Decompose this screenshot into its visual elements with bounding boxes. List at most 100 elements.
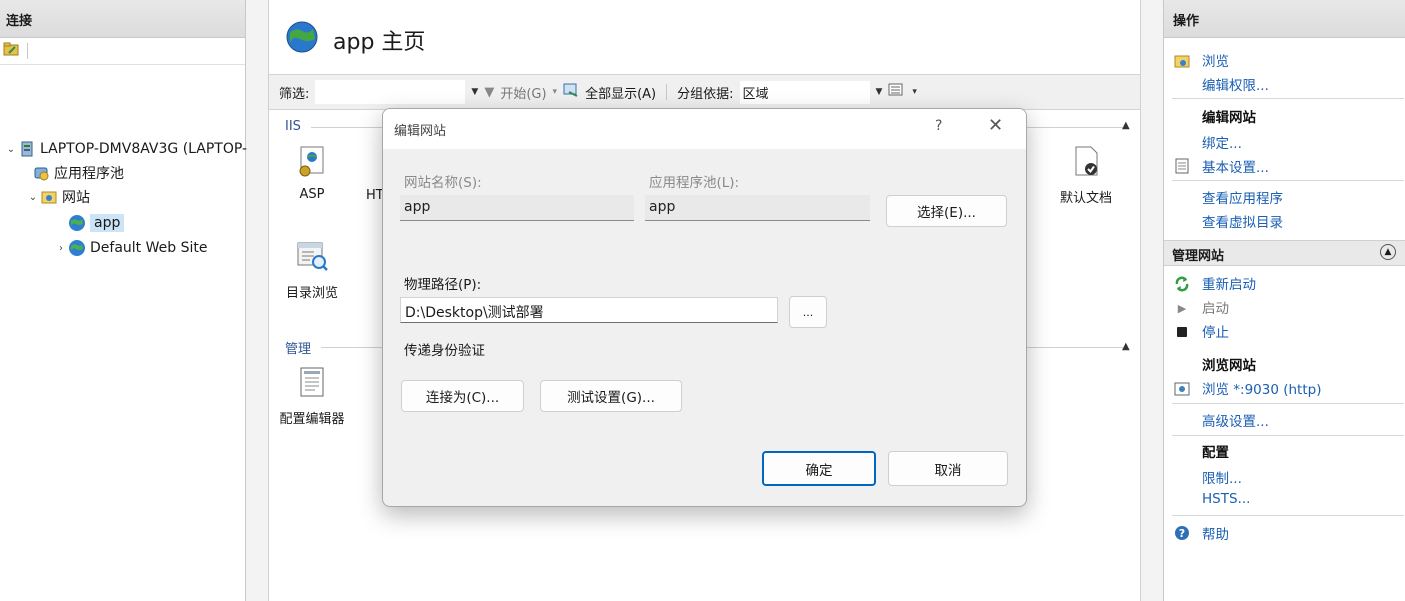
site-name-label: 网站名称(S):: [404, 175, 482, 191]
group-by-select[interactable]: 区域: [739, 80, 870, 104]
physical-path-input[interactable]: D:\Desktop\测试部署: [400, 297, 778, 323]
divider: [1172, 515, 1404, 516]
cancel-button[interactable]: 取消: [888, 451, 1008, 486]
tree-item-server[interactable]: ⌄ LAPTOP-DMV8AV3G (LAPTOP-: [4, 137, 247, 161]
app-pool-field: app: [645, 195, 870, 221]
tree-item-default-site[interactable]: › Default Web Site: [54, 236, 207, 260]
divider: [1172, 435, 1404, 436]
feature-label: ASP: [299, 187, 325, 202]
action-browse[interactable]: 浏览: [1202, 50, 1229, 70]
group-title-management: 管理: [285, 342, 312, 357]
select-button[interactable]: 选择(E)...: [886, 195, 1007, 227]
feature-directory-browsing[interactable]: 目录浏览: [272, 240, 352, 301]
tree-label: 应用程序池: [54, 166, 124, 182]
action-hsts[interactable]: HSTS...: [1202, 491, 1250, 507]
feature-asp[interactable]: ASP: [272, 145, 352, 202]
collapse-circle-icon[interactable]: ▲: [1380, 244, 1396, 260]
close-icon[interactable]: ✕: [988, 115, 1003, 136]
connect-as-button[interactable]: 连接为(C)...: [401, 380, 524, 412]
dropdown-arrow-icon[interactable]: ▾: [912, 87, 917, 97]
restart-icon: [1174, 276, 1190, 292]
go-button[interactable]: 开始(G): [500, 83, 546, 102]
chevron-down-icon[interactable]: ⌄: [4, 144, 18, 155]
page-title: app 主页: [285, 20, 425, 60]
filter-label: 筛选:: [279, 86, 310, 102]
site-name-field[interactable]: app: [400, 195, 634, 221]
tree-label: LAPTOP-DMV8AV3G (LAPTOP-: [40, 141, 248, 157]
action-help[interactable]: 帮助: [1202, 523, 1229, 543]
chevron-down-icon[interactable]: ⌄: [26, 192, 40, 203]
action-edit-permissions[interactable]: 编辑权限...: [1202, 74, 1269, 94]
show-all-icon: [563, 83, 579, 101]
asp-icon: [295, 145, 329, 179]
tree-item-app-pools[interactable]: 应用程序池: [32, 161, 124, 185]
sites-folder-icon: [40, 188, 58, 206]
section-browse-site: 浏览网站: [1202, 358, 1256, 374]
feature-label: 目录浏览: [285, 286, 338, 301]
filter-input[interactable]: [315, 80, 466, 104]
filter-bar: 筛选: ▼ ▼ 开始(G) ▾ 全部显示(A) 分组依据: 区域 ▼ ▾: [269, 74, 1140, 110]
directory-browsing-icon: [295, 240, 329, 274]
passthrough-auth-label: 传递身份验证: [404, 343, 485, 359]
stop-icon: [1174, 324, 1190, 340]
page-title-text: app 主页: [333, 30, 426, 55]
dialog-titlebar: 编辑网站 ? ✕: [383, 109, 1026, 149]
chevron-right-icon[interactable]: ›: [54, 243, 68, 254]
play-icon: ▶: [1177, 301, 1187, 315]
action-advanced-settings[interactable]: 高级设置...: [1202, 410, 1269, 430]
action-browse-port[interactable]: 浏览 *:9030 (http): [1202, 378, 1321, 398]
browse-site-icon: [1174, 381, 1190, 397]
action-stop[interactable]: 停止: [1202, 321, 1229, 341]
test-settings-button[interactable]: 测试设置(G)...: [540, 380, 682, 412]
browse-path-button[interactable]: ...: [789, 296, 827, 328]
divider: [1172, 403, 1404, 404]
action-view-virtual-dirs[interactable]: 查看虚拟目录: [1202, 211, 1283, 231]
connections-pane: 连接 ⌄ LAPTOP-DMV8AV3G (LAPTOP- 应用程序池 ⌄ 网站: [0, 0, 247, 601]
default-document-icon: [1069, 145, 1103, 179]
svg-text:?: ?: [1179, 527, 1185, 540]
divider: [1172, 98, 1404, 99]
action-restart[interactable]: 重新启动: [1202, 273, 1256, 293]
collapse-caret-icon[interactable]: ▲: [1122, 341, 1130, 352]
ok-button[interactable]: 确定: [762, 451, 876, 486]
actions-header: 操作: [1164, 0, 1405, 38]
funnel-icon: ▼: [484, 84, 495, 100]
action-limits[interactable]: 限制...: [1202, 467, 1242, 487]
globe-icon: [68, 214, 86, 232]
globe-icon: [68, 239, 86, 257]
dropdown-arrow-icon[interactable]: ▾: [553, 87, 558, 97]
create-connection-icon[interactable]: [3, 41, 21, 61]
tree-item-app[interactable]: app: [68, 211, 125, 235]
browse-folder-icon: [1174, 53, 1190, 69]
action-bindings[interactable]: 绑定...: [1202, 132, 1242, 152]
tree-label: app: [90, 214, 125, 232]
view-mode-icon[interactable]: [888, 83, 906, 101]
tree-item-sites[interactable]: ⌄ 网站: [26, 185, 90, 209]
app-pool-label: 应用程序池(L):: [649, 175, 740, 191]
help-icon[interactable]: ?: [935, 118, 942, 134]
group-title-iis: IIS: [285, 119, 301, 134]
physical-path-label: 物理路径(P):: [404, 277, 482, 293]
connections-header: 连接: [0, 0, 245, 38]
dropdown-arrow-icon[interactable]: ▼: [471, 87, 478, 97]
action-view-applications[interactable]: 查看应用程序: [1202, 187, 1283, 207]
collapse-caret-icon[interactable]: ▲: [1122, 120, 1130, 131]
group-by-label: 分组依据:: [677, 86, 734, 102]
tree-label: 网站: [62, 190, 90, 206]
section-manage-site: 管理网站 ▲: [1164, 240, 1405, 266]
section-title: 管理网站: [1172, 249, 1225, 264]
show-all-button[interactable]: 全部显示(A): [585, 83, 656, 102]
feature-label: 默认文档: [1059, 191, 1112, 206]
dropdown-arrow-icon[interactable]: ▼: [876, 87, 883, 97]
section-edit-site: 编辑网站: [1202, 110, 1256, 126]
toolbar-separator: [666, 84, 668, 100]
action-start[interactable]: 启动: [1202, 297, 1229, 317]
tree-label: Default Web Site: [90, 240, 208, 256]
action-basic-settings[interactable]: 基本设置...: [1202, 156, 1269, 176]
edit-site-dialog: 编辑网站 ? ✕ 网站名称(S): app 应用程序池(L): app 选择(E…: [382, 108, 1027, 507]
feature-config-editor[interactable]: 配置编辑器: [272, 366, 352, 427]
feature-default-document[interactable]: 默认文档: [1046, 145, 1126, 206]
toolbar-separator: [27, 43, 28, 59]
server-icon: [18, 140, 36, 158]
actions-pane: 操作 浏览 编辑权限... 编辑网站 绑定... 基本设置... 查看应用程序 …: [1163, 0, 1405, 601]
